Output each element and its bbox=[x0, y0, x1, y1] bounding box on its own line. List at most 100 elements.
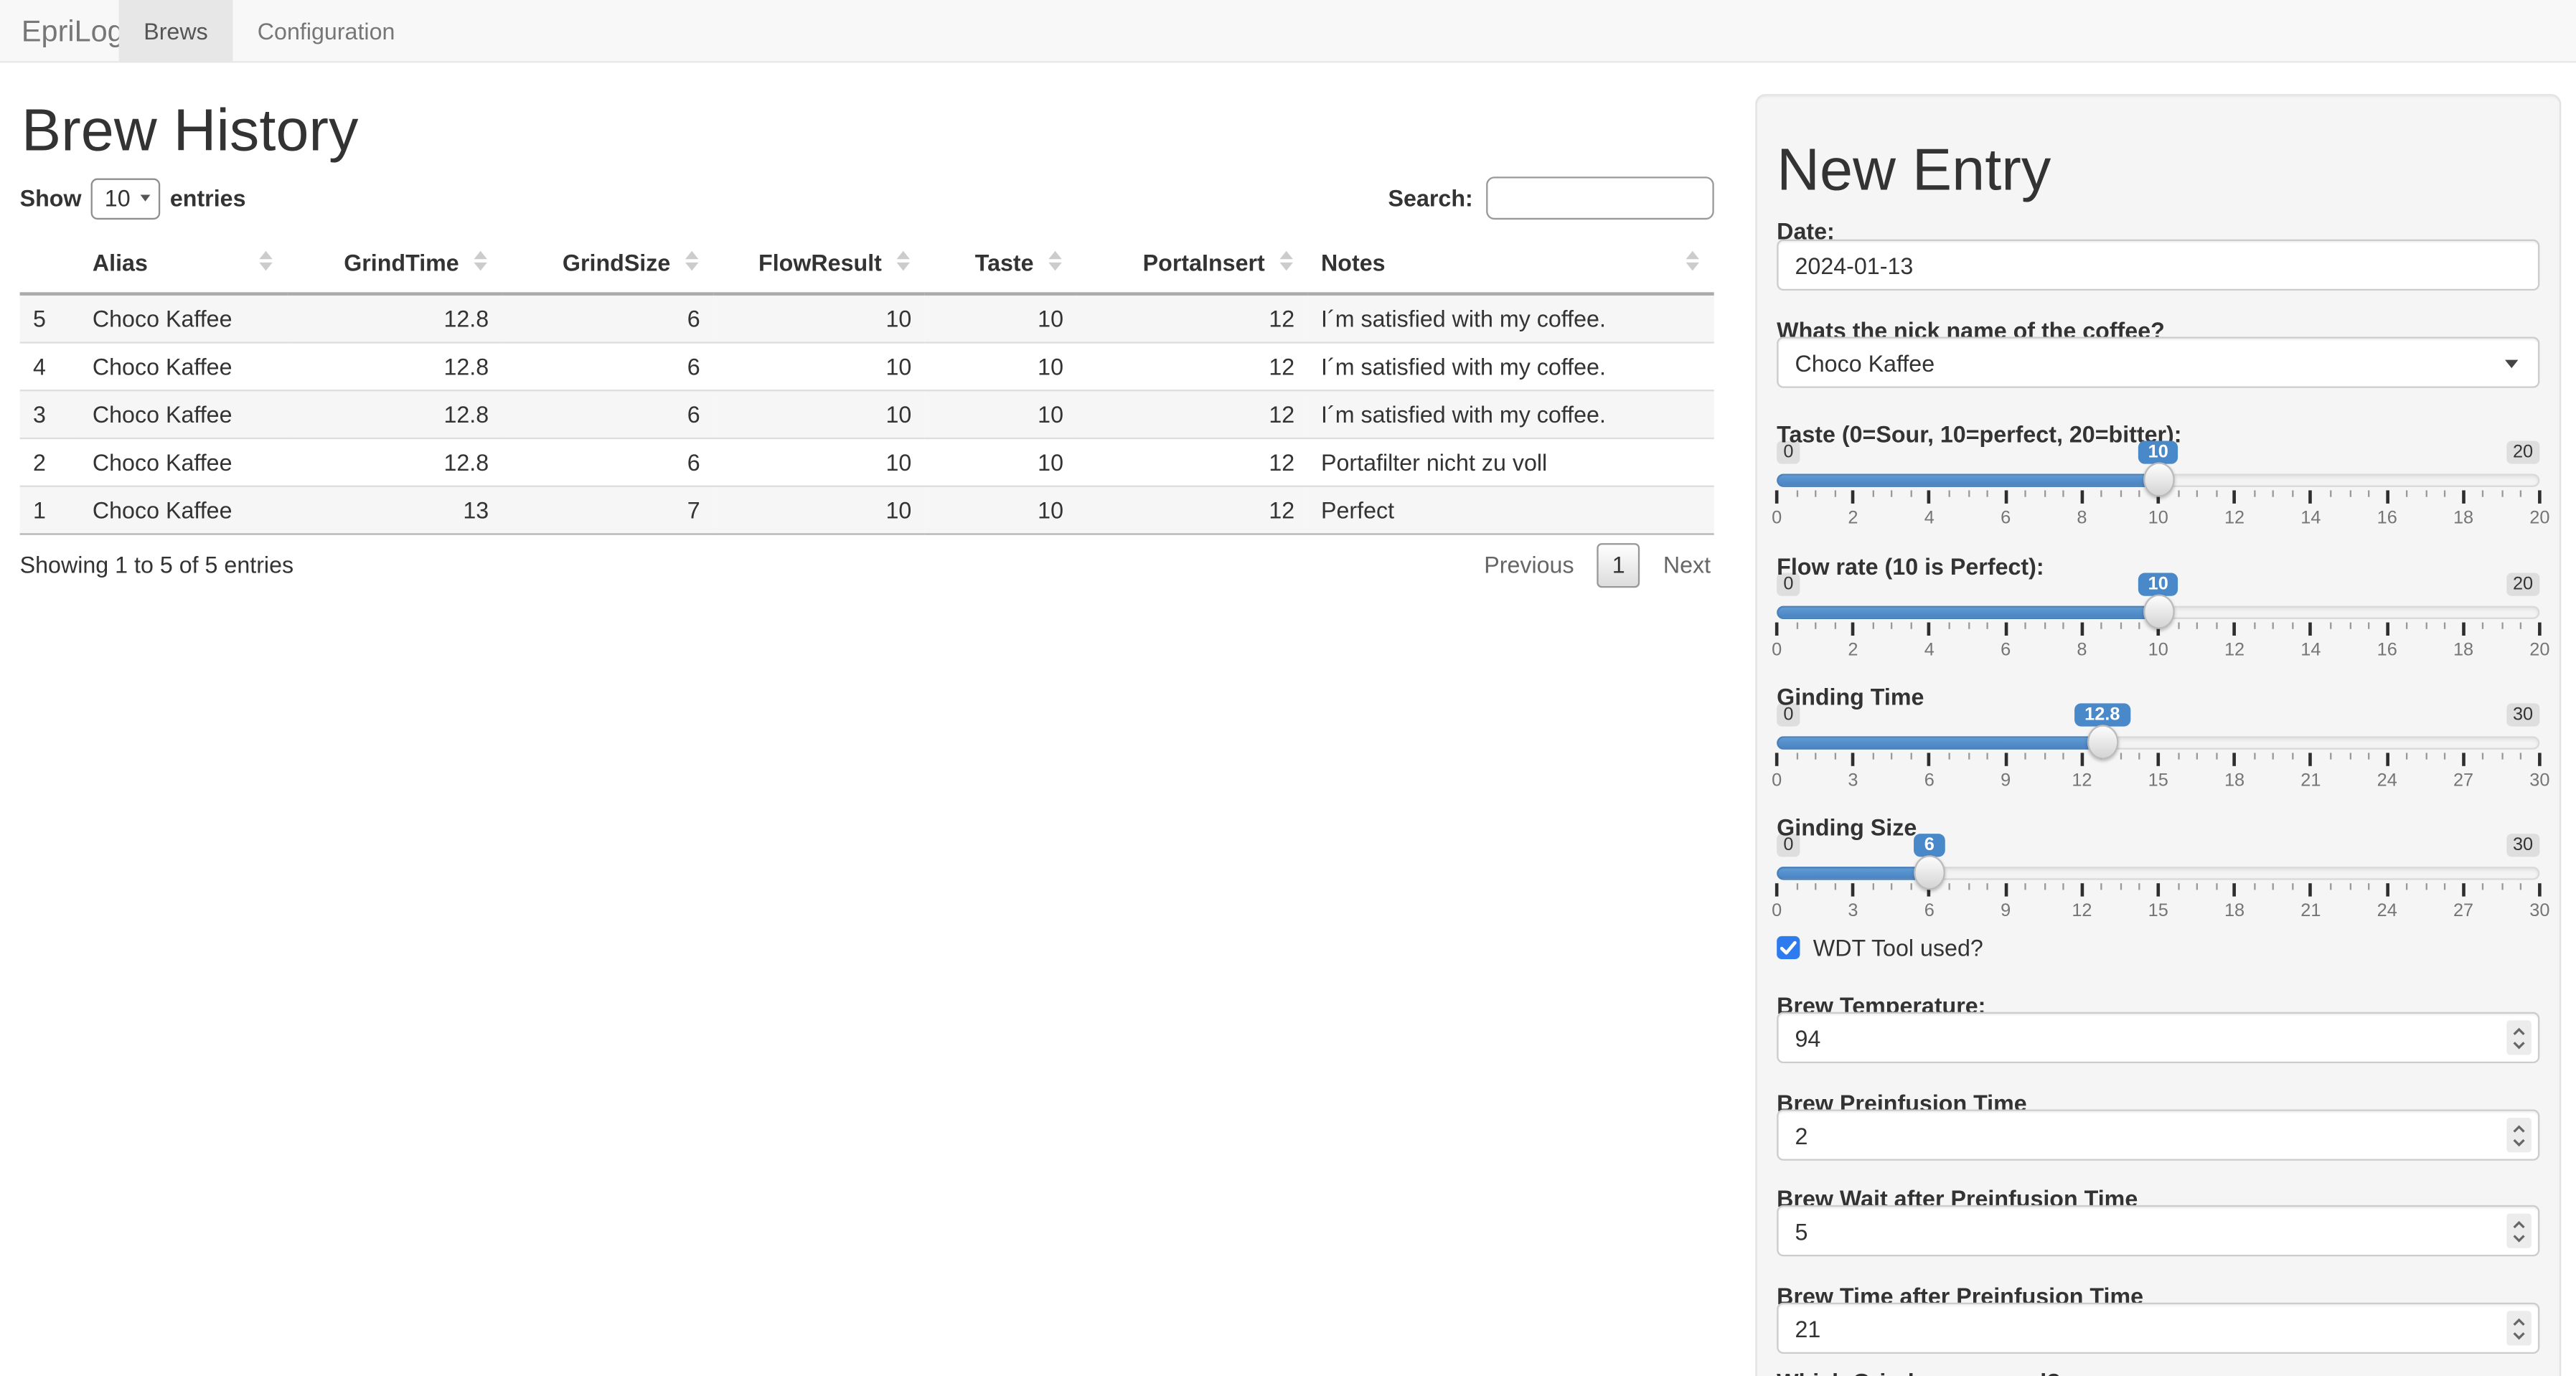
page-1-button[interactable]: 1 bbox=[1597, 542, 1640, 588]
table-cell: 10 bbox=[924, 341, 1077, 390]
tab-configuration[interactable]: Configuration bbox=[232, 0, 420, 62]
pagination: Previous 1 Next bbox=[1484, 538, 1711, 591]
number-spinner[interactable] bbox=[2506, 1020, 2532, 1055]
table-footer: Showing 1 to 5 of 5 entries Previous 1 N… bbox=[20, 538, 1714, 591]
slider-tick-label: 0 bbox=[1772, 771, 1782, 791]
slider-minor-tick bbox=[1872, 622, 1874, 629]
slider-tick-label: 4 bbox=[1924, 508, 1935, 529]
slider-minor-tick bbox=[2291, 490, 2294, 497]
slider-tick-label: 3 bbox=[1848, 771, 1858, 791]
slider-tick-label: 8 bbox=[2077, 508, 2087, 529]
slider-major-tick bbox=[2538, 883, 2542, 897]
slider-tick-label: 3 bbox=[1848, 901, 1858, 922]
slider-tick-label: 2 bbox=[1848, 640, 1858, 661]
slider-minor-tick bbox=[2406, 753, 2408, 760]
slider-major-tick bbox=[2385, 753, 2389, 766]
slider-minor-tick bbox=[2444, 753, 2446, 760]
column-header-flowresult[interactable]: FlowResult bbox=[713, 232, 925, 296]
slider-major-tick bbox=[1927, 622, 1932, 636]
table-cell: 10 bbox=[713, 341, 925, 390]
table-cell: 13 bbox=[287, 484, 502, 534]
slider-minor-tick bbox=[2272, 622, 2275, 629]
slider-minor-tick bbox=[2368, 490, 2370, 497]
column-header-index[interactable] bbox=[19, 232, 80, 296]
grinding-size-slider[interactable]: 0 30 6 0 3 6 9 12 15 18 21 24 27 30 bbox=[1772, 834, 2549, 923]
column-header-portainsert[interactable]: PortaInsert bbox=[1076, 232, 1308, 296]
table-cell: 12.8 bbox=[287, 341, 502, 390]
flow-rate-slider[interactable]: 0 20 10 0 2 4 6 8 10 12 14 16 18 20 bbox=[1772, 572, 2549, 662]
number-spinner[interactable] bbox=[2506, 1311, 2532, 1346]
brew-preinfusion-time-input[interactable] bbox=[1777, 1109, 2540, 1161]
column-header-notes[interactable]: Notes bbox=[1307, 232, 1714, 296]
slider-handle[interactable] bbox=[2087, 725, 2119, 760]
page-length-value: 10 bbox=[104, 184, 131, 212]
slider-minor-tick bbox=[2177, 883, 2179, 890]
next-page-button[interactable]: Next bbox=[1663, 552, 1711, 578]
taste-slider[interactable]: 0 20 10 0 2 4 6 8 10 12 14 16 18 20 bbox=[1772, 440, 2549, 529]
slider-minor-tick bbox=[2215, 622, 2217, 629]
table-info: Showing 1 to 5 of 5 entries bbox=[19, 551, 294, 578]
slider-tick-label: 21 bbox=[2300, 901, 2321, 922]
slider-minor-tick bbox=[2177, 753, 2179, 760]
table-row: 3 Choco Kaffee 12.8 6 10 10 12 I´m satisfied wi… bbox=[19, 388, 1714, 438]
column-header-grindtime[interactable]: GrindTime bbox=[287, 232, 502, 296]
slider-handle[interactable] bbox=[2143, 462, 2175, 497]
wdt-tool-checkbox[interactable]: WDT Tool used? bbox=[1777, 935, 1983, 961]
slider-major-tick bbox=[1774, 753, 1779, 766]
table-cell: Choco Kaffee bbox=[79, 341, 288, 390]
slider-value-badge: 10 bbox=[2138, 440, 2178, 464]
slider-fill bbox=[1777, 473, 2158, 487]
slider-tick-label: 4 bbox=[1924, 640, 1935, 661]
brand-eprilog[interactable]: EpriLog bbox=[22, 0, 124, 62]
slider-minor-tick bbox=[1833, 883, 1836, 890]
slider-minor-tick bbox=[1795, 490, 1798, 497]
page-length-select[interactable]: 10 bbox=[91, 177, 161, 219]
brew-temperature-input[interactable] bbox=[1777, 1012, 2540, 1064]
slider-minor-tick bbox=[1815, 883, 1817, 890]
table-cell: I´m satisfied with my coffee. bbox=[1307, 341, 1714, 390]
slider-major-tick bbox=[2538, 490, 2542, 504]
table-row: 1 Choco Kaffee 13 7 10 10 12 Perfect bbox=[19, 484, 1714, 534]
slider-minor-tick bbox=[1891, 490, 1893, 497]
slider-handle[interactable] bbox=[2143, 594, 2175, 629]
slider-major-tick bbox=[2538, 753, 2542, 766]
previous-page-button[interactable]: Previous bbox=[1484, 552, 1574, 578]
number-spinner[interactable] bbox=[2506, 1213, 2532, 1248]
slider-minor-tick bbox=[2120, 490, 2122, 497]
brew-temperature-field bbox=[1777, 1012, 2540, 1064]
slider-minor-tick bbox=[2024, 753, 2026, 760]
slider-minor-tick bbox=[2272, 883, 2275, 890]
slider-value-badge: 12.8 bbox=[2074, 703, 2130, 727]
coffee-nickname-select[interactable]: Choco Kaffee bbox=[1777, 336, 2540, 388]
slider-minor-tick bbox=[1815, 753, 1817, 760]
number-spinner[interactable] bbox=[2506, 1117, 2532, 1153]
slider-minor-tick bbox=[2425, 753, 2427, 760]
slider-minor-tick bbox=[1795, 753, 1798, 760]
slider-minor-tick bbox=[2120, 753, 2122, 760]
slider-minor-tick bbox=[2482, 883, 2484, 890]
brew-history-table: Alias GrindTime GrindSize FlowResult Tas… bbox=[19, 232, 1714, 534]
slider-tick-label: 18 bbox=[2453, 508, 2474, 529]
slider-tick-label: 27 bbox=[2453, 771, 2474, 791]
slider-tick-label: 16 bbox=[2377, 508, 2397, 529]
column-header-taste[interactable]: Taste bbox=[924, 232, 1077, 296]
slider-major-tick bbox=[2232, 490, 2237, 504]
brew-time-after-preinfusion-input[interactable] bbox=[1777, 1302, 2540, 1354]
search-input[interactable] bbox=[1486, 176, 1714, 220]
table-cell: Choco Kaffee bbox=[79, 484, 288, 534]
slider-minor-tick bbox=[2501, 622, 2504, 629]
slider-minor-tick bbox=[2349, 622, 2351, 629]
brew-wait-after-preinfusion-input[interactable] bbox=[1777, 1205, 2540, 1257]
date-input[interactable] bbox=[1777, 239, 2540, 291]
slider-minor-tick bbox=[2196, 883, 2199, 890]
slider-max-label: 30 bbox=[2506, 834, 2540, 857]
column-header-alias[interactable]: Alias bbox=[79, 232, 288, 296]
slider-major-tick bbox=[2003, 753, 2008, 766]
sort-icon bbox=[685, 250, 699, 271]
tab-brews[interactable]: Brews bbox=[118, 0, 233, 63]
grinding-time-slider[interactable]: 0 30 12.8 0 3 6 9 12 15 18 21 24 27 30 bbox=[1772, 703, 2549, 792]
slider-minor-tick bbox=[1910, 622, 1912, 629]
column-header-grindsize[interactable]: GrindSize bbox=[502, 232, 714, 296]
slider-max-label: 30 bbox=[2506, 703, 2540, 727]
slider-minor-tick bbox=[2444, 622, 2446, 629]
